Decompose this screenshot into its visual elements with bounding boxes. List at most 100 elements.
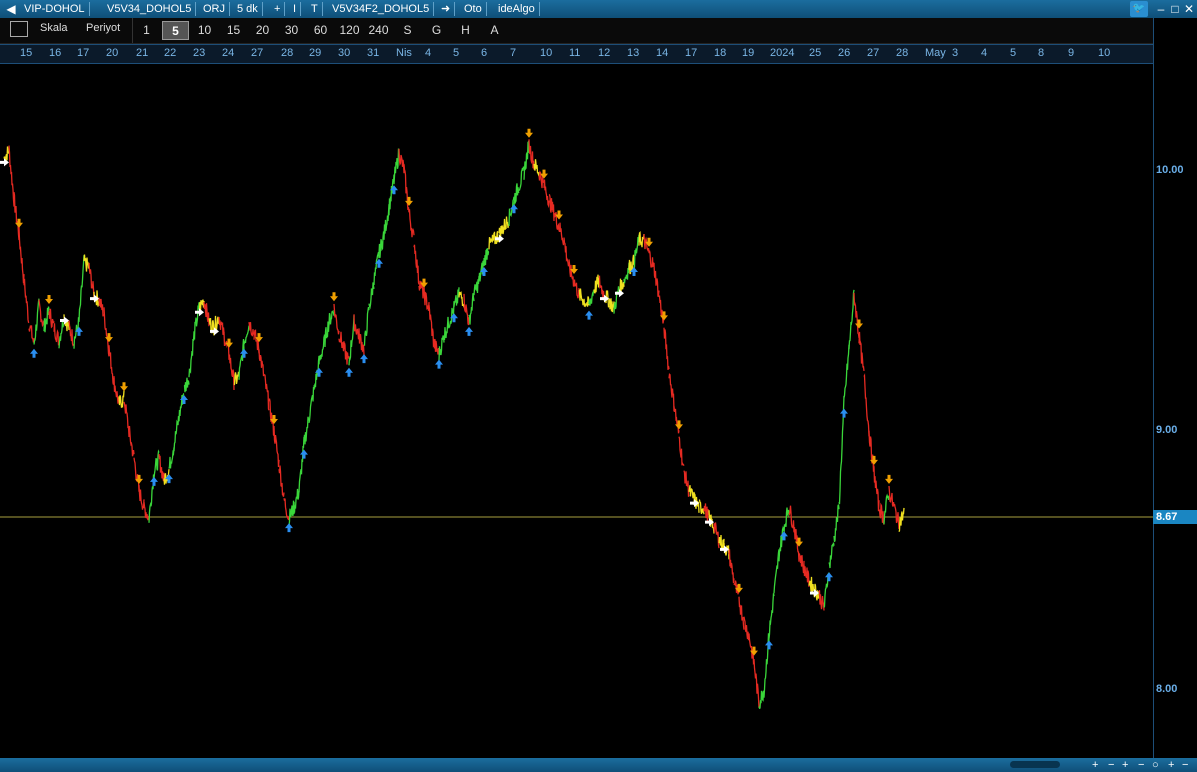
price-segment <box>468 293 475 325</box>
period-button-G[interactable]: G <box>423 21 450 40</box>
date-tick: 27 <box>867 47 880 59</box>
price-label-8: 8.00 <box>1156 683 1178 695</box>
period-button-20[interactable]: 20 <box>249 21 276 40</box>
zoom-in-button[interactable]: + <box>1092 758 1098 772</box>
date-tick: 31 <box>367 47 380 59</box>
price-segment <box>433 338 440 355</box>
price-segment <box>503 216 510 231</box>
cursor-button[interactable]: I <box>289 2 302 16</box>
sell-arrow-icon <box>405 196 413 206</box>
price-segment <box>328 309 335 326</box>
price-segment <box>323 321 330 348</box>
price-segment <box>338 331 345 352</box>
price-segment <box>83 254 90 272</box>
price-segment <box>833 504 840 543</box>
buy-arrow-icon <box>840 408 848 418</box>
price-segment <box>678 436 685 467</box>
price-segment <box>513 183 520 206</box>
period-button-60[interactable]: 60 <box>307 21 334 40</box>
price-segment <box>653 262 660 297</box>
price-segment <box>743 616 750 641</box>
price-segment <box>193 302 200 340</box>
date-axis: 15 16 17 20 21 22 23 24 27 28 29 30 31 Nis 4 5 6 7 10 11 12 1… <box>0 44 1153 64</box>
symbol-label[interactable]: VIP-DOHOL <box>20 2 90 16</box>
date-tick: 8 <box>1038 47 1045 59</box>
period-button-120[interactable]: 120 <box>336 21 363 40</box>
period-button-15[interactable]: 15 <box>220 21 247 40</box>
price-segment <box>273 425 280 468</box>
twitter-icon[interactable]: 🐦 <box>1130 1 1148 17</box>
scale-minus-button[interactable]: − <box>1138 758 1144 772</box>
price-segment <box>133 457 140 492</box>
close-icon[interactable]: ✕ <box>1180 1 1197 17</box>
period-button-S[interactable]: S <box>394 21 421 40</box>
back-arrow-icon[interactable]: ◀ <box>2 1 20 17</box>
price-segment <box>358 328 365 356</box>
interval-label[interactable]: 5 dk <box>233 2 263 16</box>
price-segment <box>248 322 255 337</box>
price-segment <box>588 290 595 306</box>
add-button[interactable]: + <box>270 2 286 16</box>
price-segment <box>613 286 620 314</box>
zoom-out-button[interactable]: − <box>1108 758 1114 772</box>
price-segment <box>128 425 135 457</box>
sell-arrow-icon <box>885 474 893 484</box>
price-segment <box>878 502 885 525</box>
price-segment <box>898 507 905 532</box>
sell-arrow-icon <box>120 382 128 392</box>
price-segment <box>528 139 535 170</box>
price-segment <box>98 297 105 317</box>
price-segment <box>258 349 265 377</box>
save-icon[interactable] <box>10 21 28 37</box>
price-segment <box>343 342 350 365</box>
period-button-H[interactable]: H <box>452 21 479 40</box>
mode-label[interactable]: ORJ <box>199 2 230 16</box>
price-segment <box>278 465 285 497</box>
price-segment <box>698 499 705 515</box>
buy-arrow-icon <box>465 326 473 336</box>
h-plus-button[interactable]: + <box>1168 758 1174 772</box>
h-minus-button[interactable]: − <box>1182 758 1188 772</box>
price-segment <box>203 302 210 327</box>
period-button-30[interactable]: 30 <box>278 21 305 40</box>
date-tick: 20 <box>106 47 119 59</box>
buy-arrow-icon <box>435 359 443 369</box>
date-tick: 17 <box>77 47 90 59</box>
price-segment <box>683 470 690 497</box>
reset-button[interactable]: ○ <box>1152 758 1159 772</box>
price-segment <box>688 485 695 499</box>
scrollbar-thumb[interactable] <box>1010 761 1060 768</box>
template-icon[interactable]: T <box>307 2 323 16</box>
price-segment <box>798 553 805 574</box>
auto-label[interactable]: Oto <box>460 2 487 16</box>
strategy2-label[interactable]: V5V34F2_DOHOL5 <box>328 2 435 16</box>
date-tick: 2024 <box>770 47 795 59</box>
price-chart[interactable] <box>0 63 1153 758</box>
forward-arrow-icon[interactable]: ➜ <box>437 2 456 16</box>
period-button-A[interactable]: A <box>481 21 508 40</box>
price-segment <box>18 226 25 284</box>
price-segment <box>118 390 125 409</box>
price-segment <box>233 371 240 386</box>
price-segment <box>788 505 795 533</box>
price-segment <box>543 179 550 209</box>
price-segment <box>103 307 110 357</box>
scale-plus-button[interactable]: + <box>1122 758 1128 772</box>
price-segment <box>123 401 130 438</box>
price-segment <box>173 415 180 452</box>
buy-arrow-icon <box>30 348 38 358</box>
strategy-label[interactable]: V5V34_DOHOL5 <box>103 2 197 16</box>
date-tick: 7 <box>510 47 517 59</box>
date-tick: 22 <box>164 47 177 59</box>
period-button-5[interactable]: 5 <box>162 21 189 40</box>
price-segment <box>108 345 115 385</box>
date-tick: 17 <box>685 47 698 59</box>
buy-arrow-icon <box>345 367 353 377</box>
date-tick: 5 <box>453 47 460 59</box>
scale-button[interactable]: Skala <box>40 22 68 34</box>
period-button-240[interactable]: 240 <box>365 21 392 40</box>
price-segment <box>533 159 540 178</box>
period-button-1[interactable]: 1 <box>133 21 160 40</box>
price-segment <box>318 336 325 365</box>
period-button-10[interactable]: 10 <box>191 21 218 40</box>
